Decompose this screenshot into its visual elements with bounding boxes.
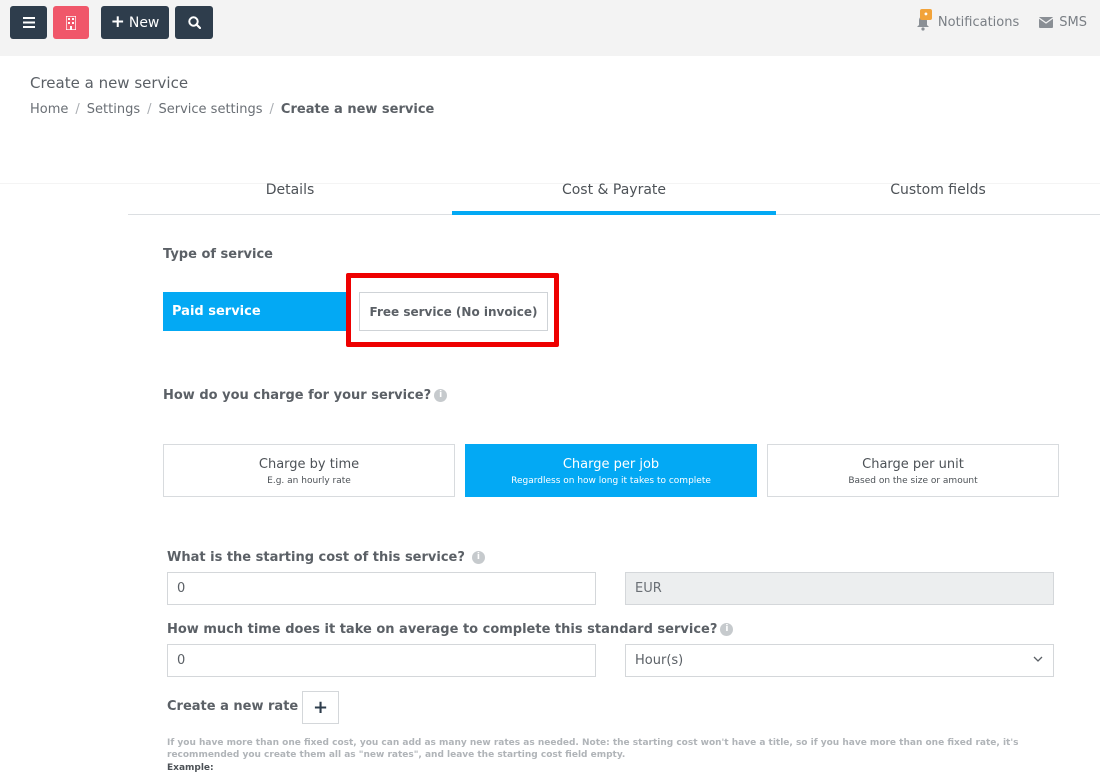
- breadcrumb: Home / Settings / Service settings / Cre…: [30, 102, 434, 117]
- time-value: 0: [177, 653, 186, 668]
- building-icon: [66, 15, 76, 30]
- charge-by-time-option[interactable]: Charge by time E.g. an hourly rate: [163, 444, 455, 497]
- rate-note: If you have more than one fixed cost, yo…: [167, 738, 1019, 760]
- option-subtitle: Based on the size or amount: [848, 476, 978, 486]
- currency-value: EUR: [635, 581, 662, 596]
- time-label-text: How much time does it take on average to…: [167, 622, 718, 637]
- plus-icon: +: [312, 697, 329, 718]
- breadcrumb-separator: /: [75, 102, 80, 117]
- notification-badge: •: [919, 9, 932, 20]
- breadcrumb-separator: /: [269, 102, 274, 117]
- new-button[interactable]: + New: [101, 6, 169, 39]
- highlight-box: [346, 273, 559, 347]
- charge-question: How do you charge for your service? i: [163, 388, 448, 403]
- company-button[interactable]: [53, 6, 89, 39]
- starting-cost-input[interactable]: 0: [167, 572, 596, 605]
- top-right-links: • Notifications SMS: [916, 9, 1087, 31]
- new-button-label: New: [128, 14, 160, 31]
- tab-custom-fields[interactable]: Custom fields: [776, 170, 1100, 214]
- option-title: Charge per job: [562, 457, 660, 472]
- time-input[interactable]: 0: [167, 644, 596, 677]
- type-of-service-label: Type of service: [163, 247, 273, 262]
- page-title: Create a new service: [30, 74, 189, 92]
- info-icon[interactable]: i: [471, 551, 485, 564]
- time-unit-value: Hour(s): [635, 653, 684, 668]
- time-unit-select[interactable]: Hour(s): [625, 644, 1054, 677]
- info-icon[interactable]: i: [434, 389, 448, 402]
- notifications-link[interactable]: Notifications: [938, 15, 1019, 30]
- breadcrumb-settings[interactable]: Settings: [87, 102, 140, 117]
- breadcrumb-home[interactable]: Home: [30, 102, 68, 117]
- paid-service-button[interactable]: Paid service: [163, 292, 346, 331]
- chevron-down-icon: [1033, 656, 1043, 662]
- charge-per-unit-option[interactable]: Charge per unit Based on the size or amo…: [767, 444, 1059, 497]
- breadcrumb-service-settings[interactable]: Service settings: [159, 102, 263, 117]
- charge-question-text: How do you charge for your service?: [163, 388, 432, 403]
- search-icon: [187, 16, 201, 29]
- option-title: Charge by time: [258, 457, 360, 472]
- breadcrumb-separator: /: [147, 102, 152, 117]
- starting-cost-value: 0: [177, 581, 186, 596]
- sms-link[interactable]: SMS: [1059, 15, 1087, 30]
- menu-button[interactable]: [10, 6, 47, 39]
- info-icon[interactable]: i: [720, 623, 734, 636]
- example-label: Example:: [167, 763, 214, 773]
- time-label: How much time does it take on average to…: [167, 622, 734, 637]
- currency-field: EUR: [625, 572, 1054, 605]
- create-rate-label: Create a new rate: [167, 699, 299, 714]
- top-bar: + New • Notifications SMS: [0, 0, 1100, 56]
- charge-per-job-option[interactable]: Charge per job Regardless on how long it…: [465, 444, 757, 497]
- tab-bar: Details Cost & Payrate Custom fields: [128, 170, 1100, 215]
- starting-cost-label: What is the starting cost of this servic…: [167, 550, 485, 565]
- add-rate-button[interactable]: +: [302, 691, 339, 724]
- hamburger-icon: [22, 17, 35, 28]
- bell-icon[interactable]: •: [916, 9, 932, 31]
- plus-icon: +: [110, 12, 125, 32]
- envelope-icon[interactable]: [1039, 16, 1054, 28]
- option-title: Charge per unit: [862, 457, 964, 472]
- option-subtitle: Regardless on how long it takes to compl…: [511, 476, 711, 486]
- starting-cost-label-text: What is the starting cost of this servic…: [167, 550, 465, 565]
- option-subtitle: E.g. an hourly rate: [267, 476, 351, 486]
- tab-cost-payrate[interactable]: Cost & Payrate: [452, 170, 776, 215]
- breadcrumb-current: Create a new service: [280, 102, 435, 117]
- search-button[interactable]: [175, 6, 213, 39]
- tab-details[interactable]: Details: [128, 170, 452, 214]
